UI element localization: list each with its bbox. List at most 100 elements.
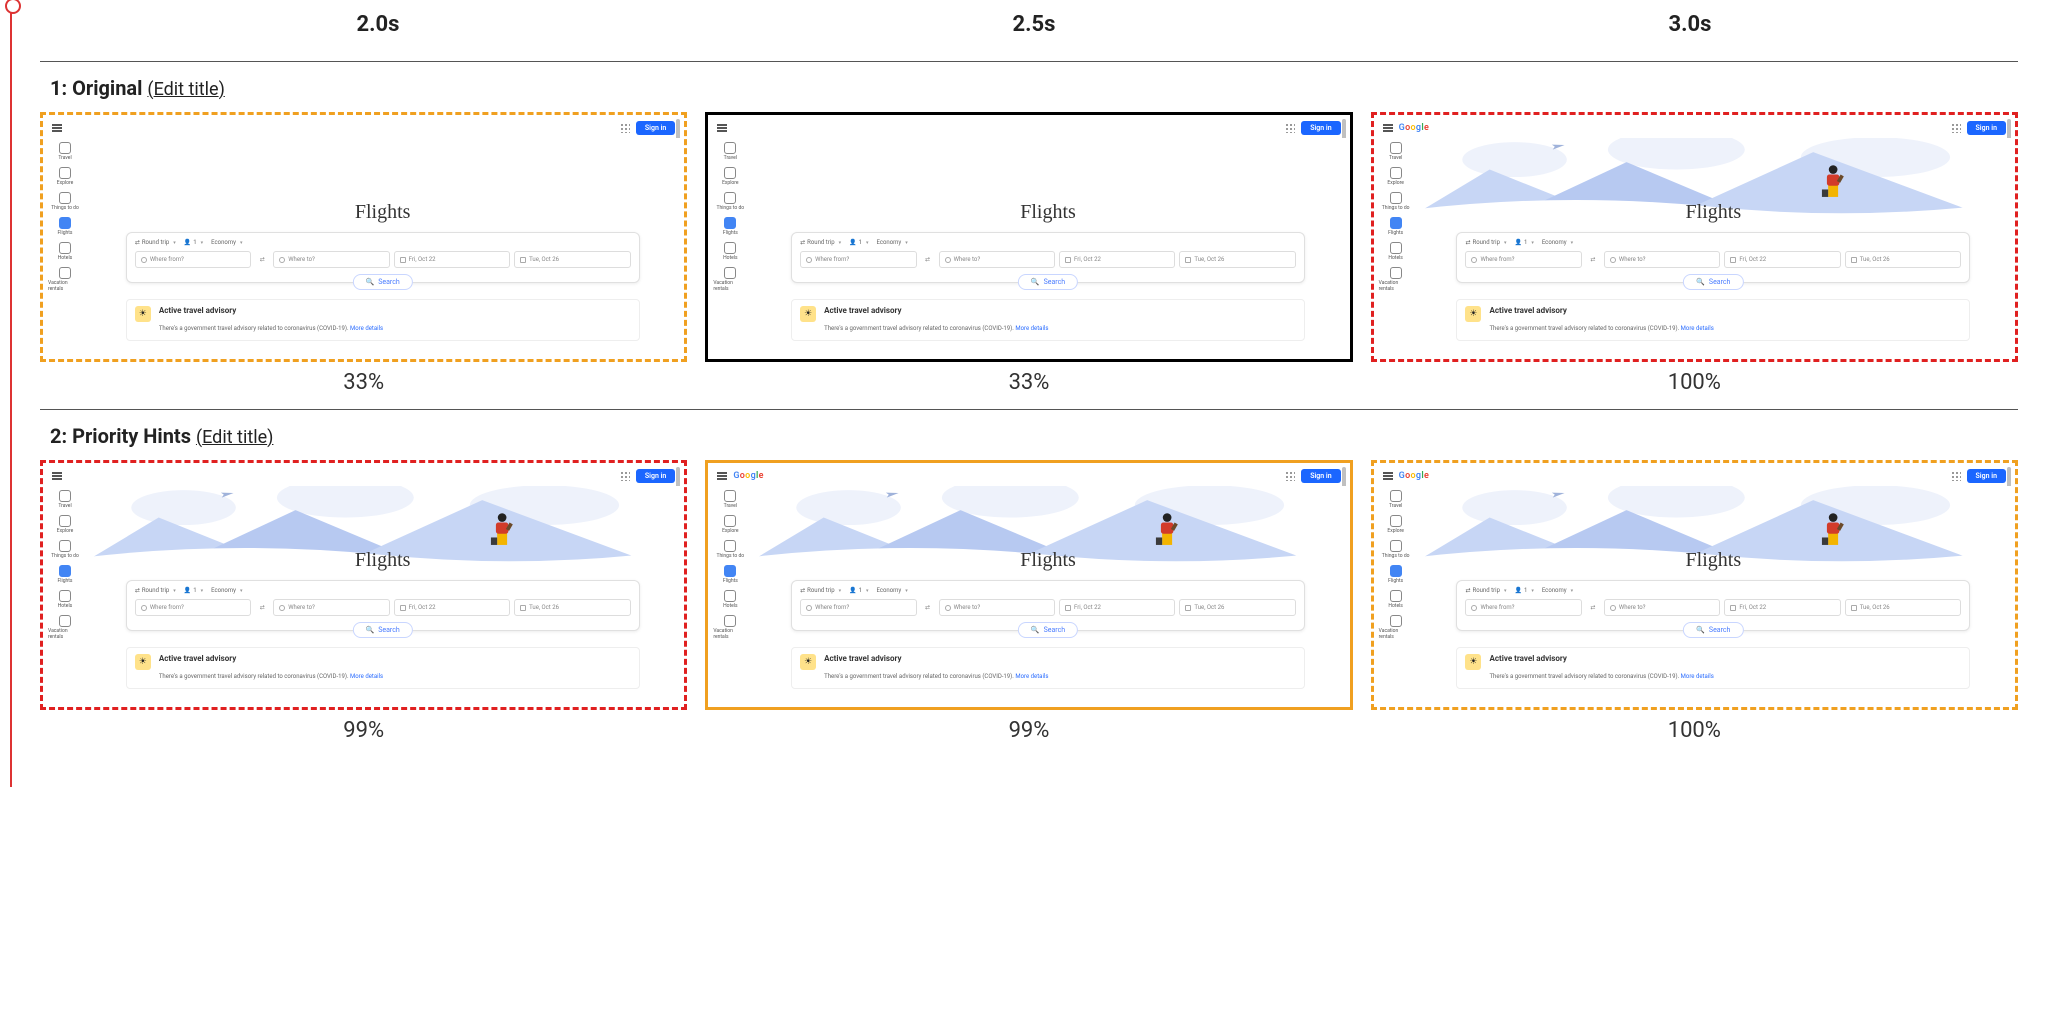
- apps-icon[interactable]: [620, 123, 630, 133]
- swap-icon[interactable]: ⇄: [1586, 599, 1600, 616]
- to-field[interactable]: Where to?: [1604, 251, 1720, 268]
- advisory-link[interactable]: More details: [1015, 325, 1048, 332]
- sidebar-item[interactable]: Flights: [723, 217, 738, 236]
- trip-type-chip[interactable]: ⇄ Round trip: [135, 239, 176, 246]
- sidebar-item[interactable]: Travel: [1389, 142, 1402, 161]
- signin-button[interactable]: Sign in: [1967, 121, 2006, 135]
- edit-title-link[interactable]: Edit title: [147, 79, 224, 100]
- sidebar-item[interactable]: Things to do: [716, 540, 744, 559]
- trip-type-chip[interactable]: ⇄ Round trip: [800, 587, 841, 594]
- sidebar-item[interactable]: Explore: [722, 167, 739, 186]
- sidebar-item[interactable]: Flights: [1388, 217, 1403, 236]
- depart-field[interactable]: Fri, Oct 22: [1724, 251, 1840, 268]
- sidebar-item[interactable]: Explore: [722, 515, 739, 534]
- pax-chip[interactable]: 👤 1: [849, 587, 868, 594]
- screenshot-thumbnail[interactable]: Google Sign in TravelExploreThings to do…: [705, 112, 1352, 362]
- signin-button[interactable]: Sign in: [1301, 469, 1340, 483]
- sidebar-item[interactable]: Explore: [1387, 167, 1404, 186]
- from-field[interactable]: Where from?: [800, 599, 916, 616]
- sidebar-item[interactable]: Hotels: [723, 590, 738, 609]
- pax-chip[interactable]: 👤 1: [1514, 239, 1533, 246]
- apps-icon[interactable]: [1951, 123, 1961, 133]
- menu-icon[interactable]: [1383, 472, 1393, 480]
- sidebar-item[interactable]: Hotels: [58, 242, 73, 261]
- signin-button[interactable]: Sign in: [636, 469, 675, 483]
- advisory-link[interactable]: More details: [1681, 673, 1714, 680]
- return-field[interactable]: Tue, Oct 26: [1179, 251, 1295, 268]
- class-chip[interactable]: Economy: [211, 239, 242, 246]
- sidebar-item[interactable]: Things to do: [716, 192, 744, 211]
- from-field[interactable]: Where from?: [135, 599, 251, 616]
- sidebar-item[interactable]: Travel: [1389, 490, 1402, 509]
- sidebar-item[interactable]: Vacation rentals: [713, 267, 747, 292]
- search-button[interactable]: 🔍 Search: [1683, 622, 1743, 638]
- sidebar-item[interactable]: Flights: [1388, 565, 1403, 584]
- pax-chip[interactable]: 👤 1: [1514, 587, 1533, 594]
- to-field[interactable]: Where to?: [939, 251, 1055, 268]
- screenshot-thumbnail[interactable]: Google Sign in TravelExploreThings to do…: [705, 460, 1352, 710]
- trip-type-chip[interactable]: ⇄ Round trip: [1465, 587, 1506, 594]
- depart-field[interactable]: Fri, Oct 22: [1059, 251, 1175, 268]
- to-field[interactable]: Where to?: [273, 251, 389, 268]
- return-field[interactable]: Tue, Oct 26: [514, 251, 630, 268]
- sidebar-item[interactable]: Vacation rentals: [48, 267, 82, 292]
- pax-chip[interactable]: 👤 1: [849, 239, 868, 246]
- class-chip[interactable]: Economy: [1542, 239, 1573, 246]
- sidebar-item[interactable]: Travel: [724, 142, 737, 161]
- trip-type-chip[interactable]: ⇄ Round trip: [135, 587, 176, 594]
- edit-title-link[interactable]: Edit title: [196, 427, 273, 448]
- apps-icon[interactable]: [620, 471, 630, 481]
- depart-field[interactable]: Fri, Oct 22: [394, 599, 510, 616]
- screenshot-thumbnail[interactable]: Google Sign in TravelExploreThings to do…: [40, 112, 687, 362]
- swap-icon[interactable]: ⇄: [921, 599, 935, 616]
- menu-icon[interactable]: [1383, 124, 1393, 132]
- class-chip[interactable]: Economy: [211, 587, 242, 594]
- class-chip[interactable]: Economy: [1542, 587, 1573, 594]
- sidebar-item[interactable]: Hotels: [1388, 590, 1403, 609]
- return-field[interactable]: Tue, Oct 26: [1179, 599, 1295, 616]
- search-button[interactable]: 🔍 Search: [1018, 274, 1078, 290]
- sidebar-item[interactable]: Vacation rentals: [713, 615, 747, 640]
- to-field[interactable]: Where to?: [1604, 599, 1720, 616]
- sidebar-item[interactable]: Things to do: [1382, 192, 1410, 211]
- apps-icon[interactable]: [1951, 471, 1961, 481]
- sidebar-item[interactable]: Travel: [58, 490, 71, 509]
- return-field[interactable]: Tue, Oct 26: [1845, 599, 1961, 616]
- signin-button[interactable]: Sign in: [1301, 121, 1340, 135]
- sidebar-item[interactable]: Hotels: [1388, 242, 1403, 261]
- from-field[interactable]: Where from?: [1465, 251, 1581, 268]
- search-button[interactable]: 🔍 Search: [1683, 274, 1743, 290]
- search-button[interactable]: 🔍 Search: [353, 622, 413, 638]
- screenshot-thumbnail[interactable]: Google Sign in TravelExploreThings to do…: [1371, 112, 2018, 362]
- pax-chip[interactable]: 👤 1: [184, 239, 203, 246]
- sidebar-item[interactable]: Flights: [58, 565, 73, 584]
- advisory-link[interactable]: More details: [1681, 325, 1714, 332]
- sidebar-item[interactable]: Flights: [723, 565, 738, 584]
- menu-icon[interactable]: [717, 124, 727, 132]
- class-chip[interactable]: Economy: [877, 587, 908, 594]
- from-field[interactable]: Where from?: [1465, 599, 1581, 616]
- sidebar-item[interactable]: Explore: [57, 515, 74, 534]
- swap-icon[interactable]: ⇄: [1586, 251, 1600, 268]
- swap-icon[interactable]: ⇄: [255, 251, 269, 268]
- from-field[interactable]: Where from?: [135, 251, 251, 268]
- class-chip[interactable]: Economy: [877, 239, 908, 246]
- apps-icon[interactable]: [1285, 471, 1295, 481]
- pax-chip[interactable]: 👤 1: [184, 587, 203, 594]
- to-field[interactable]: Where to?: [939, 599, 1055, 616]
- sidebar-item[interactable]: Explore: [57, 167, 74, 186]
- swap-icon[interactable]: ⇄: [921, 251, 935, 268]
- sidebar-item[interactable]: Vacation rentals: [48, 615, 82, 640]
- sidebar-item[interactable]: Hotels: [723, 242, 738, 261]
- advisory-link[interactable]: More details: [350, 673, 383, 680]
- trip-type-chip[interactable]: ⇄ Round trip: [1465, 239, 1506, 246]
- return-field[interactable]: Tue, Oct 26: [514, 599, 630, 616]
- sidebar-item[interactable]: Hotels: [58, 590, 73, 609]
- from-field[interactable]: Where from?: [800, 251, 916, 268]
- to-field[interactable]: Where to?: [273, 599, 389, 616]
- depart-field[interactable]: Fri, Oct 22: [1724, 599, 1840, 616]
- sidebar-item[interactable]: Flights: [58, 217, 73, 236]
- apps-icon[interactable]: [1285, 123, 1295, 133]
- sidebar-item[interactable]: Things to do: [51, 540, 79, 559]
- menu-icon[interactable]: [52, 472, 62, 480]
